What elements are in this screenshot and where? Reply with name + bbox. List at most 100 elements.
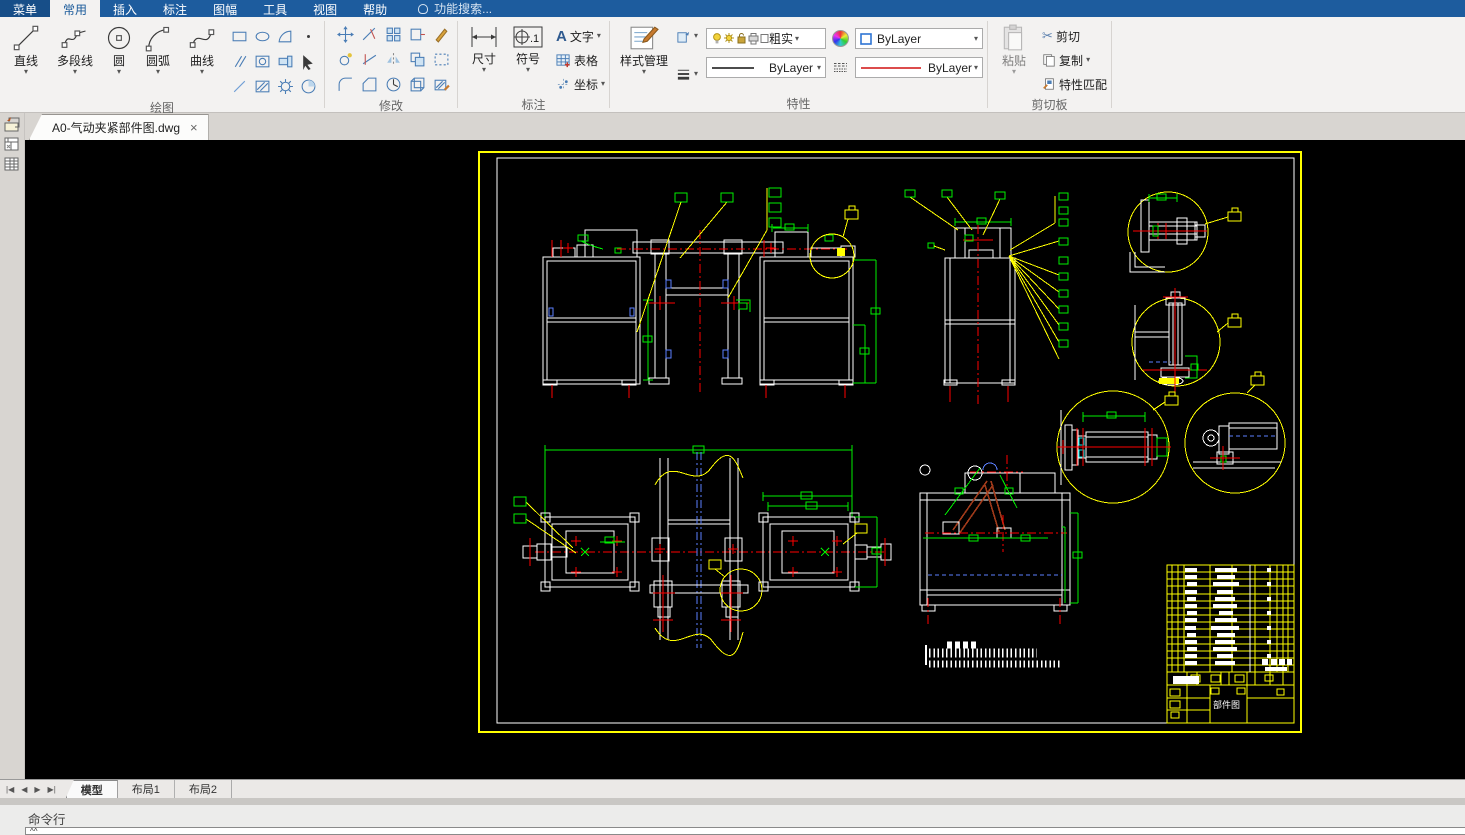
tab-layout2[interactable]: 布局2: [175, 780, 233, 798]
hatch-tool-button[interactable]: [251, 74, 274, 99]
curve-button[interactable]: 曲线 ▾: [180, 22, 224, 76]
close-icon[interactable]: ×: [190, 120, 198, 135]
side-view: [943, 227, 1016, 386]
mirror-button[interactable]: [381, 47, 405, 72]
polyline-button[interactable]: 多段线 ▾: [48, 22, 102, 76]
rotate-button[interactable]: [381, 72, 405, 97]
color-select[interactable]: ByLayer ▾: [855, 28, 984, 49]
pipe-tool-button[interactable]: [274, 49, 297, 74]
menu-item-menu[interactable]: 菜单: [0, 0, 51, 17]
dimension-button[interactable]: 尺寸 ▾: [462, 22, 506, 74]
rectangle-tool-button[interactable]: [228, 24, 251, 49]
array-button[interactable]: [381, 22, 405, 47]
stretch-button[interactable]: [405, 22, 429, 47]
text-button[interactable]: A 文字 ▾: [556, 24, 605, 48]
match-properties-icon: [1043, 78, 1054, 90]
parallel-line-button[interactable]: [228, 49, 251, 74]
color-wheel-icon[interactable]: [832, 30, 850, 47]
circle-button[interactable]: 圆 ▾: [102, 22, 136, 76]
box3d-button[interactable]: [405, 72, 429, 97]
ribbon-group-draw: 直线 ▾ 多段线 ▾ 圆 ▾ 圆弧 ▾ 曲线 ▾ 绘图: [0, 17, 324, 115]
document-tab-bar: A0-气动夹紧部件图.dwg ×: [25, 113, 1465, 140]
layer-convert-button[interactable]: ▾: [676, 24, 698, 48]
layer-color-swatch: [760, 34, 769, 43]
symbol-button[interactable]: .1 符号 ▾: [506, 22, 550, 74]
circle-in-box-button[interactable]: [251, 49, 274, 74]
copy-button[interactable]: 复制 ▾: [1042, 48, 1107, 72]
circle-icon: [107, 26, 131, 50]
select-box-button[interactable]: [429, 47, 453, 72]
printer-icon: [748, 33, 759, 45]
gear-tool-button[interactable]: [274, 74, 297, 99]
arc-icon: [145, 26, 170, 52]
fillet-button[interactable]: [333, 72, 357, 97]
ellipse-tool-button[interactable]: [251, 24, 274, 49]
tab-layout1[interactable]: 布局1: [118, 780, 175, 798]
cut-button[interactable]: ✂ 剪切: [1042, 24, 1107, 48]
thin-line-button[interactable]: [228, 74, 251, 99]
match-properties-button[interactable]: 特性匹配: [1042, 72, 1107, 96]
technical-requirements-text: [925, 641, 1061, 668]
paste-button[interactable]: 粘贴 ▾: [992, 22, 1036, 76]
cad-drawing: 部件图: [478, 151, 1302, 733]
layer-state-icons: [713, 33, 769, 45]
ribbon: 直线 ▾ 多段线 ▾ 圆 ▾ 圆弧 ▾ 曲线 ▾ 绘图 修改 尺寸 ▾ .1 符…: [0, 17, 1465, 115]
table-button[interactable]: 表格: [556, 48, 605, 72]
cad-application-window: 菜单 常用 插入 标注 图幅 工具 视图 帮助 功能搜索... 直线 ▾ 多段线: [0, 0, 1465, 835]
layer-select[interactable]: 粗实线 ▾: [706, 28, 827, 49]
layer-name: 粗实线: [769, 32, 794, 46]
panel-divider[interactable]: [0, 798, 1465, 805]
arc-button[interactable]: 圆弧 ▾: [136, 22, 180, 76]
group-label-clipboard: 剪切板: [1031, 98, 1068, 112]
command-input[interactable]: ^^: [25, 827, 1465, 835]
arrow-tool-button[interactable]: [297, 49, 320, 74]
hatch-edit-button[interactable]: [429, 72, 453, 97]
ribbon-group-modify: 修改: [325, 17, 457, 113]
tab-home[interactable]: 常用: [50, 0, 101, 17]
line-button[interactable]: 直线 ▾: [4, 22, 48, 76]
tab-insert[interactable]: 插入: [100, 0, 150, 17]
title-block: 部件图: [1167, 672, 1294, 723]
chamfer-button[interactable]: [357, 72, 381, 97]
lines-icon: [677, 69, 690, 80]
lineweight-select[interactable]: ByLayer ▾: [706, 57, 827, 78]
tab-view[interactable]: 视图: [300, 0, 350, 17]
copy-icon: [1043, 54, 1055, 67]
tab-help[interactable]: 帮助: [350, 0, 400, 17]
style-manager-button[interactable]: 样式管理 ▾: [614, 22, 674, 76]
nav-next-icon[interactable]: ▶: [34, 785, 40, 794]
lineweight-sample: [712, 66, 755, 69]
pie-tool-button[interactable]: [297, 74, 320, 99]
coordinate-icon: [557, 78, 570, 90]
move-button[interactable]: [333, 22, 357, 47]
lineweight-quick-button[interactable]: ▾: [676, 62, 698, 86]
tab-model[interactable]: 模型: [65, 780, 118, 798]
ribbon-group-clipboard: 粘贴 ▾ ✂ 剪切 复制 ▾ 特性匹配 剪切板: [988, 17, 1111, 112]
erase-button[interactable]: [333, 47, 357, 72]
side-view-marks: [927, 217, 1012, 405]
function-search[interactable]: 功能搜索...: [418, 0, 492, 17]
edit-pencil-button[interactable]: [429, 22, 453, 47]
table-grid-icon[interactable]: [3, 156, 22, 173]
offset-button[interactable]: [405, 47, 429, 72]
front-view-right-marks: [763, 205, 881, 398]
coordinate-button[interactable]: 坐标 ▾: [556, 72, 605, 96]
title-block-name: 部件图: [1213, 699, 1240, 710]
document-tab[interactable]: A0-气动夹紧部件图.dwg ×: [29, 114, 209, 140]
tab-tools[interactable]: 工具: [250, 0, 300, 17]
nav-first-icon[interactable]: |◀: [6, 785, 14, 794]
nav-prev-icon[interactable]: ◀: [21, 785, 27, 794]
tab-sheet[interactable]: 图幅: [200, 0, 250, 17]
new-view-icon[interactable]: [3, 116, 22, 133]
point-tool-button[interactable]: [297, 24, 320, 49]
window-grid-icon[interactable]: [3, 136, 22, 153]
group-label-annotate: 标注: [521, 98, 546, 112]
linetype-select[interactable]: ByLayer ▾: [855, 57, 984, 78]
drawing-canvas[interactable]: 部件图: [25, 140, 1465, 779]
extend-button[interactable]: [357, 47, 381, 72]
linetype-icon[interactable]: [832, 61, 849, 74]
nav-last-icon[interactable]: ▶|: [48, 785, 56, 794]
break-button[interactable]: [357, 22, 381, 47]
tab-annotate[interactable]: 标注: [150, 0, 200, 17]
contour-tool-button[interactable]: [274, 24, 297, 49]
